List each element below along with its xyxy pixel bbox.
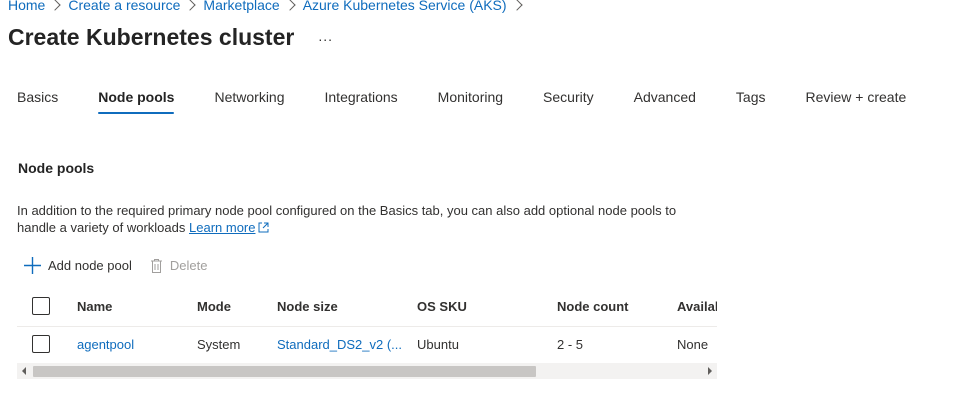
tab-tags[interactable]: Tags [736,89,766,113]
external-link-icon [258,220,269,237]
chevron-right-icon [184,0,197,11]
tab-review-create[interactable]: Review + create [805,89,906,113]
node-size-link[interactable]: Standard_DS2_v2 (... [277,326,402,362]
column-header-availability[interactable]: Availab [677,286,717,326]
node-pool-mode: System [197,336,241,352]
add-node-pool-label: Add node pool [48,258,132,273]
breadcrumb-marketplace[interactable]: Marketplace [203,0,279,13]
column-header-node-count[interactable]: Node count [557,286,629,326]
toolbar: Add node pool Delete [24,257,207,274]
chevron-right-icon [510,0,523,11]
tab-monitoring[interactable]: Monitoring [438,89,503,113]
scroll-right-arrow-icon[interactable] [708,367,712,375]
tab-networking[interactable]: Networking [214,89,284,113]
title-row: Create Kubernetes cluster ... [8,24,333,51]
add-node-pool-button[interactable]: Add node pool [24,257,132,274]
chevron-right-icon [284,0,296,11]
tab-bar: Basics Node pools Networking Integration… [17,89,946,114]
column-header-mode[interactable]: Mode [197,286,231,326]
node-pool-name-link[interactable]: agentpool [77,326,134,362]
node-pool-os-sku: Ubuntu [417,336,459,352]
tab-advanced[interactable]: Advanced [634,89,696,113]
horizontal-scrollbar[interactable] [17,363,717,379]
tab-security[interactable]: Security [543,89,594,113]
node-pool-availability: None [677,336,709,352]
breadcrumb-create-resource[interactable]: Create a resource [68,0,180,13]
section-title: Node pools [18,160,95,176]
node-pool-count: 2 - 5 [557,336,584,352]
scrollbar-thumb[interactable] [33,366,536,377]
node-pools-grid: Name Mode Node size OS SKU Node count Av… [17,286,717,380]
breadcrumb: Home Create a resource Marketplace Azure… [8,0,530,13]
more-options-button[interactable]: ... [318,29,333,43]
tab-node-pools[interactable]: Node pools [98,89,175,114]
learn-more-link[interactable]: Learn more [189,220,255,235]
column-header-node-size[interactable]: Node size [277,286,338,326]
column-header-os-sku[interactable]: OS SKU [417,286,467,326]
breadcrumb-aks[interactable]: Azure Kubernetes Service (AKS) [303,0,507,13]
column-header-name[interactable]: Name [77,286,112,326]
scroll-left-arrow-icon[interactable] [22,367,26,375]
breadcrumb-home[interactable]: Home [8,0,45,13]
chevron-right-icon [49,0,62,11]
row-checkbox[interactable] [32,335,50,353]
tab-integrations[interactable]: Integrations [325,89,398,113]
description-text: In addition to the required primary node… [17,203,677,235]
page-title: Create Kubernetes cluster [8,24,295,50]
select-all-checkbox[interactable] [32,297,50,315]
table-row[interactable]: agentpool System Standard_DS2_v2 (... Ub… [17,326,717,362]
tab-basics[interactable]: Basics [17,89,58,113]
trash-icon [150,258,163,274]
table-header-row: Name Mode Node size OS SKU Node count Av… [17,286,717,327]
plus-icon [24,257,41,274]
delete-label: Delete [169,258,208,273]
section-description: In addition to the required primary node… [17,202,717,237]
delete-button[interactable]: Delete [150,258,208,274]
